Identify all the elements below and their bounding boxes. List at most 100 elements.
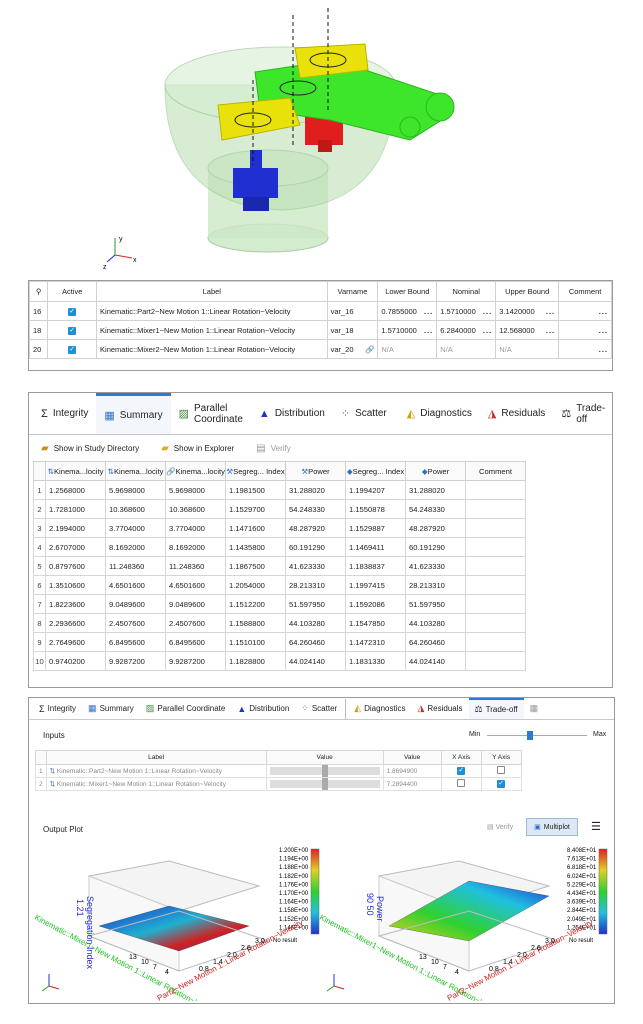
table-cell[interactable]: 44.024140 bbox=[285, 651, 346, 671]
table-cell[interactable]: 1.1547850 bbox=[345, 613, 406, 633]
x-axis-cell[interactable] bbox=[440, 777, 482, 791]
column-header[interactable]: ◆Power bbox=[405, 461, 466, 481]
table-row[interactable]: 1 ⇅ Kinematic::Part2~New Motion 1::Linea… bbox=[35, 764, 522, 778]
tab-scatter[interactable]: ⁘ Scatter bbox=[333, 393, 395, 434]
table-cell[interactable]: 3.7704000 bbox=[105, 518, 166, 538]
row-upper-bound[interactable]: 3.1420000... bbox=[495, 301, 560, 321]
tab-trade-off[interactable]: ⚖ Trade-off bbox=[468, 698, 524, 719]
table-cell[interactable]: 1.3510600 bbox=[45, 575, 106, 595]
table-cell[interactable]: 31.288020 bbox=[285, 480, 346, 500]
x-axis-checkbox[interactable]: ✓ bbox=[457, 767, 466, 775]
table-cell[interactable] bbox=[465, 632, 526, 652]
tab-distribution[interactable]: ▲ Distribution bbox=[251, 393, 333, 434]
column-header[interactable]: ◆Segreg... Index bbox=[345, 461, 406, 481]
table-cell[interactable]: 48.287920 bbox=[405, 518, 466, 538]
table-cell[interactable]: 44.103280 bbox=[405, 613, 466, 633]
table-cell[interactable]: 8.1692000 bbox=[165, 537, 226, 557]
table-cell[interactable]: 11.248360 bbox=[165, 556, 226, 576]
show-in-study-directory-button[interactable]: ▰ Show in Study Directory bbox=[41, 443, 139, 454]
column-header[interactable]: ⚒Segreg... Index bbox=[225, 461, 286, 481]
x-axis-cell[interactable]: ✓ bbox=[440, 764, 482, 778]
table-cell[interactable]: 60.191290 bbox=[285, 537, 346, 557]
table-cell[interactable] bbox=[465, 499, 526, 519]
table-row[interactable]: 6 1.3510600 4.6501600 4.6501600 1.2054000 28.… bbox=[33, 575, 526, 595]
table-cell[interactable] bbox=[465, 575, 526, 595]
table-cell[interactable]: 1.1981500 bbox=[225, 480, 286, 500]
table-cell[interactable]: 0.8797600 bbox=[45, 556, 106, 576]
table-row[interactable]: 5 0.8797600 11.248360 11.248360 1.1867500 41.… bbox=[33, 556, 526, 576]
table-cell[interactable] bbox=[465, 537, 526, 557]
active-checkbox-cell[interactable]: ✓ bbox=[47, 339, 98, 359]
table-cell[interactable] bbox=[465, 651, 526, 671]
row-value[interactable]: 1.8694900 bbox=[382, 764, 442, 778]
value-slider-cell[interactable] bbox=[265, 764, 384, 778]
table-cell[interactable] bbox=[465, 480, 526, 500]
table-row[interactable]: 18 ✓ Kinematic::Mixer1~New Motion 1::Lin… bbox=[28, 320, 612, 340]
table-row[interactable]: 2 ⇅ Kinematic::Mixer1~New Motion 1::Line… bbox=[35, 777, 522, 791]
table-cell[interactable]: 48.287920 bbox=[285, 518, 346, 538]
link-icon[interactable]: 🔗 bbox=[365, 345, 374, 354]
tab-integrity[interactable]: Σ Integrity bbox=[33, 393, 96, 434]
column-header[interactable]: ⇅Kinema...locity bbox=[45, 461, 106, 481]
tab-extra[interactable]: ▦ bbox=[524, 698, 548, 719]
column-header-upper-bound[interactable]: Upper Bound bbox=[495, 281, 560, 302]
value-slider-cell[interactable] bbox=[265, 777, 384, 791]
column-header[interactable] bbox=[33, 461, 46, 481]
table-row[interactable]: 7 1.8223600 9.0489600 9.0489600 1.1512200 51.… bbox=[33, 594, 526, 614]
value-slider[interactable] bbox=[269, 765, 380, 777]
table-cell[interactable]: 4.6501600 bbox=[165, 575, 226, 595]
table-cell[interactable]: 4.6501600 bbox=[105, 575, 166, 595]
table-cell[interactable]: 1.1867500 bbox=[225, 556, 286, 576]
active-checkbox[interactable]: ✓ bbox=[68, 308, 77, 316]
column-header-value[interactable]: Value bbox=[382, 750, 442, 765]
value-slider[interactable] bbox=[269, 778, 380, 790]
table-cell[interactable]: 1.1592086 bbox=[345, 594, 406, 614]
active-checkbox-cell[interactable]: ✓ bbox=[47, 301, 98, 321]
table-cell[interactable]: 3.7704000 bbox=[165, 518, 226, 538]
table-cell[interactable]: 1.2054000 bbox=[225, 575, 286, 595]
tab-trade-off[interactable]: ⚖ Trade-off bbox=[553, 393, 613, 434]
more-button[interactable]: ... bbox=[599, 345, 608, 354]
filter-icon[interactable]: ⚲ bbox=[36, 287, 42, 296]
table-cell[interactable]: 1.1529887 bbox=[345, 518, 406, 538]
column-header[interactable]: Comment bbox=[465, 461, 526, 481]
table-cell[interactable]: 28.213310 bbox=[405, 575, 466, 595]
table-cell[interactable]: 60.191290 bbox=[405, 537, 466, 557]
y-axis-cell[interactable]: ✓ bbox=[480, 777, 522, 791]
table-cell[interactable]: 51.597950 bbox=[405, 594, 466, 614]
active-checkbox[interactable]: ✓ bbox=[68, 327, 77, 335]
tab-distribution[interactable]: ▲ Distribution bbox=[231, 698, 295, 719]
table-cell[interactable]: 28.213310 bbox=[285, 575, 346, 595]
row-nominal[interactable]: 6.2840000... bbox=[436, 320, 497, 340]
table-row[interactable]: 8 2.2936600 2.4507600 2.4507600 1.1588800 44.… bbox=[33, 613, 526, 633]
table-cell[interactable]: 2.4507600 bbox=[105, 613, 166, 633]
table-cell[interactable]: 1.7281000 bbox=[45, 499, 106, 519]
table-cell[interactable]: 2.6707000 bbox=[45, 537, 106, 557]
table-cell[interactable]: 64.260460 bbox=[405, 632, 466, 652]
more-button[interactable]: ... bbox=[546, 326, 555, 335]
table-cell[interactable]: 2.2936600 bbox=[45, 613, 106, 633]
row-lower-bound[interactable]: 0.7855000... bbox=[377, 301, 438, 321]
table-cell[interactable]: 9.9287200 bbox=[165, 651, 226, 671]
table-row[interactable]: 16 ✓ Kinematic::Part2~New Motion 1::Line… bbox=[28, 301, 612, 321]
verify-button[interactable]: ▤ Verify bbox=[487, 823, 513, 831]
min-max-slider[interactable]: Min Max bbox=[469, 731, 609, 741]
table-cell[interactable]: 41.623330 bbox=[405, 556, 466, 576]
table-cell[interactable]: 5.9698000 bbox=[165, 480, 226, 500]
table-cell[interactable]: 1.1828800 bbox=[225, 651, 286, 671]
y-axis-checkbox[interactable] bbox=[497, 766, 506, 774]
x-axis-checkbox[interactable] bbox=[457, 779, 466, 787]
table-cell[interactable]: 44.024140 bbox=[405, 651, 466, 671]
column-header-label[interactable]: Label bbox=[45, 750, 267, 765]
table-cell[interactable]: 1.1512200 bbox=[225, 594, 286, 614]
more-button[interactable]: ... bbox=[424, 326, 433, 335]
table-cell[interactable]: 10.368600 bbox=[165, 499, 226, 519]
column-header-value-slider[interactable]: Value bbox=[265, 750, 384, 765]
column-header-comment[interactable]: Comment bbox=[558, 281, 612, 302]
menu-icon[interactable]: ☰ bbox=[591, 820, 601, 833]
column-header[interactable]: ⇅Kinema...locity bbox=[105, 461, 166, 481]
table-cell[interactable]: 1.1831330 bbox=[345, 651, 406, 671]
more-button[interactable]: ... bbox=[483, 307, 492, 316]
more-button[interactable]: ... bbox=[483, 326, 492, 335]
column-header-label[interactable]: Label bbox=[96, 281, 328, 302]
